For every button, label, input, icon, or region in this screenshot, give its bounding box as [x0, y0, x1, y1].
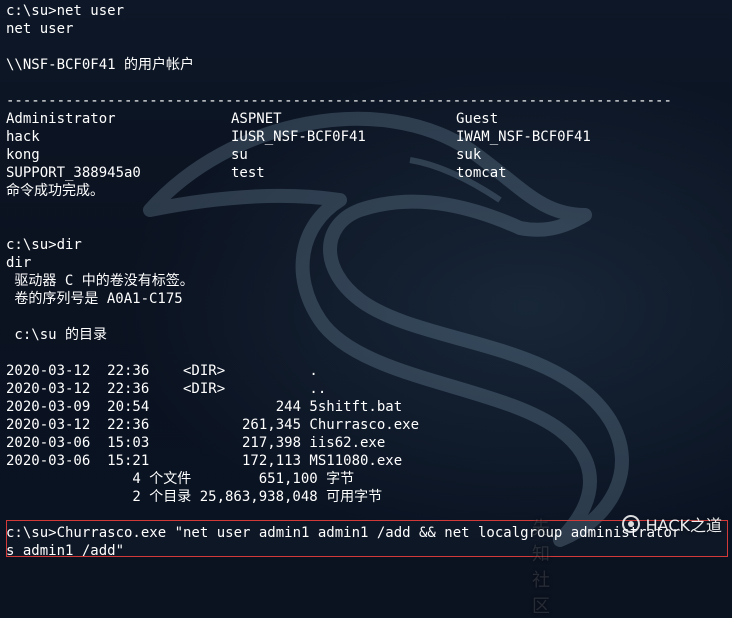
- terminal-line: c:\su 的目录: [6, 327, 108, 343]
- terminal-line: 2 个目录 25,863,938,048 可用字节: [6, 489, 383, 505]
- user-account-name: su: [231, 147, 248, 163]
- terminal-line: SUPPORT_388945a0 test tomcat: [6, 164, 732, 182]
- terminal-line: 2020-03-06 15:03 217,398 iis62.exe: [6, 435, 386, 451]
- user-account-name: Administrator: [6, 111, 116, 127]
- terminal-line: 驱动器 C 中的卷没有标签。: [6, 273, 194, 289]
- terminal-line: Administrator ASPNET Guest: [6, 110, 732, 128]
- watermark-text: HACK之道: [645, 516, 722, 535]
- terminal-line: 2020-03-12 22:36 261,345 Churrasco.exe: [6, 417, 420, 433]
- terminal-line: 4 个文件 651,100 字节: [6, 471, 355, 487]
- user-account-name: hack: [6, 129, 40, 145]
- terminal-line: kong su suk: [6, 146, 732, 164]
- user-account-name: SUPPORT_388945a0: [6, 165, 141, 181]
- user-account-name: kong: [6, 147, 40, 163]
- terminal-line: 命令成功完成。: [6, 183, 104, 199]
- terminal-output: c:\su>net user net user \\NSF-BCF0F41 的用户帐…: [6, 2, 732, 559]
- terminal-line: 2020-03-09 20:54 244 5shitft.bat: [6, 399, 403, 415]
- terminal-line: hack IUSR_NSF-BCF0F41 IWAM_NSF-BCF0F41: [6, 128, 732, 146]
- terminal-line: dir: [6, 255, 32, 271]
- watermark: 先知社区 HACK之道: [532, 510, 722, 617]
- watermark-faded-text: 先知社区: [532, 518, 554, 617]
- terminal-line: 2020-03-12 22:36 <DIR> ..: [6, 381, 327, 397]
- terminal-line: 2020-03-06 15:21 172,113 MS11080.exe: [6, 453, 403, 469]
- wechat-icon: [621, 515, 640, 533]
- user-account-name: test: [231, 165, 265, 181]
- user-account-name: IUSR_NSF-BCF0F41: [231, 129, 366, 145]
- user-account-name: IWAM_NSF-BCF0F41: [456, 129, 591, 145]
- terminal-line: c:\su>dir: [6, 237, 82, 253]
- terminal-line: c:\su>net user: [6, 3, 125, 19]
- user-account-name: Guest: [456, 111, 499, 127]
- highlight-box: [6, 520, 728, 557]
- user-account-name: ASPNET: [231, 111, 282, 127]
- terminal-line: 2020-03-12 22:36 <DIR> .: [6, 363, 318, 379]
- terminal-line: 卷的序列号是 A0A1-C175: [6, 291, 183, 307]
- terminal-line: ----------------------------------------…: [6, 93, 672, 109]
- user-account-name: suk: [456, 147, 482, 163]
- terminal-line: net user: [6, 21, 74, 37]
- terminal-line: \\NSF-BCF0F41 的用户帐户: [6, 57, 195, 73]
- user-account-name: tomcat: [456, 165, 507, 181]
